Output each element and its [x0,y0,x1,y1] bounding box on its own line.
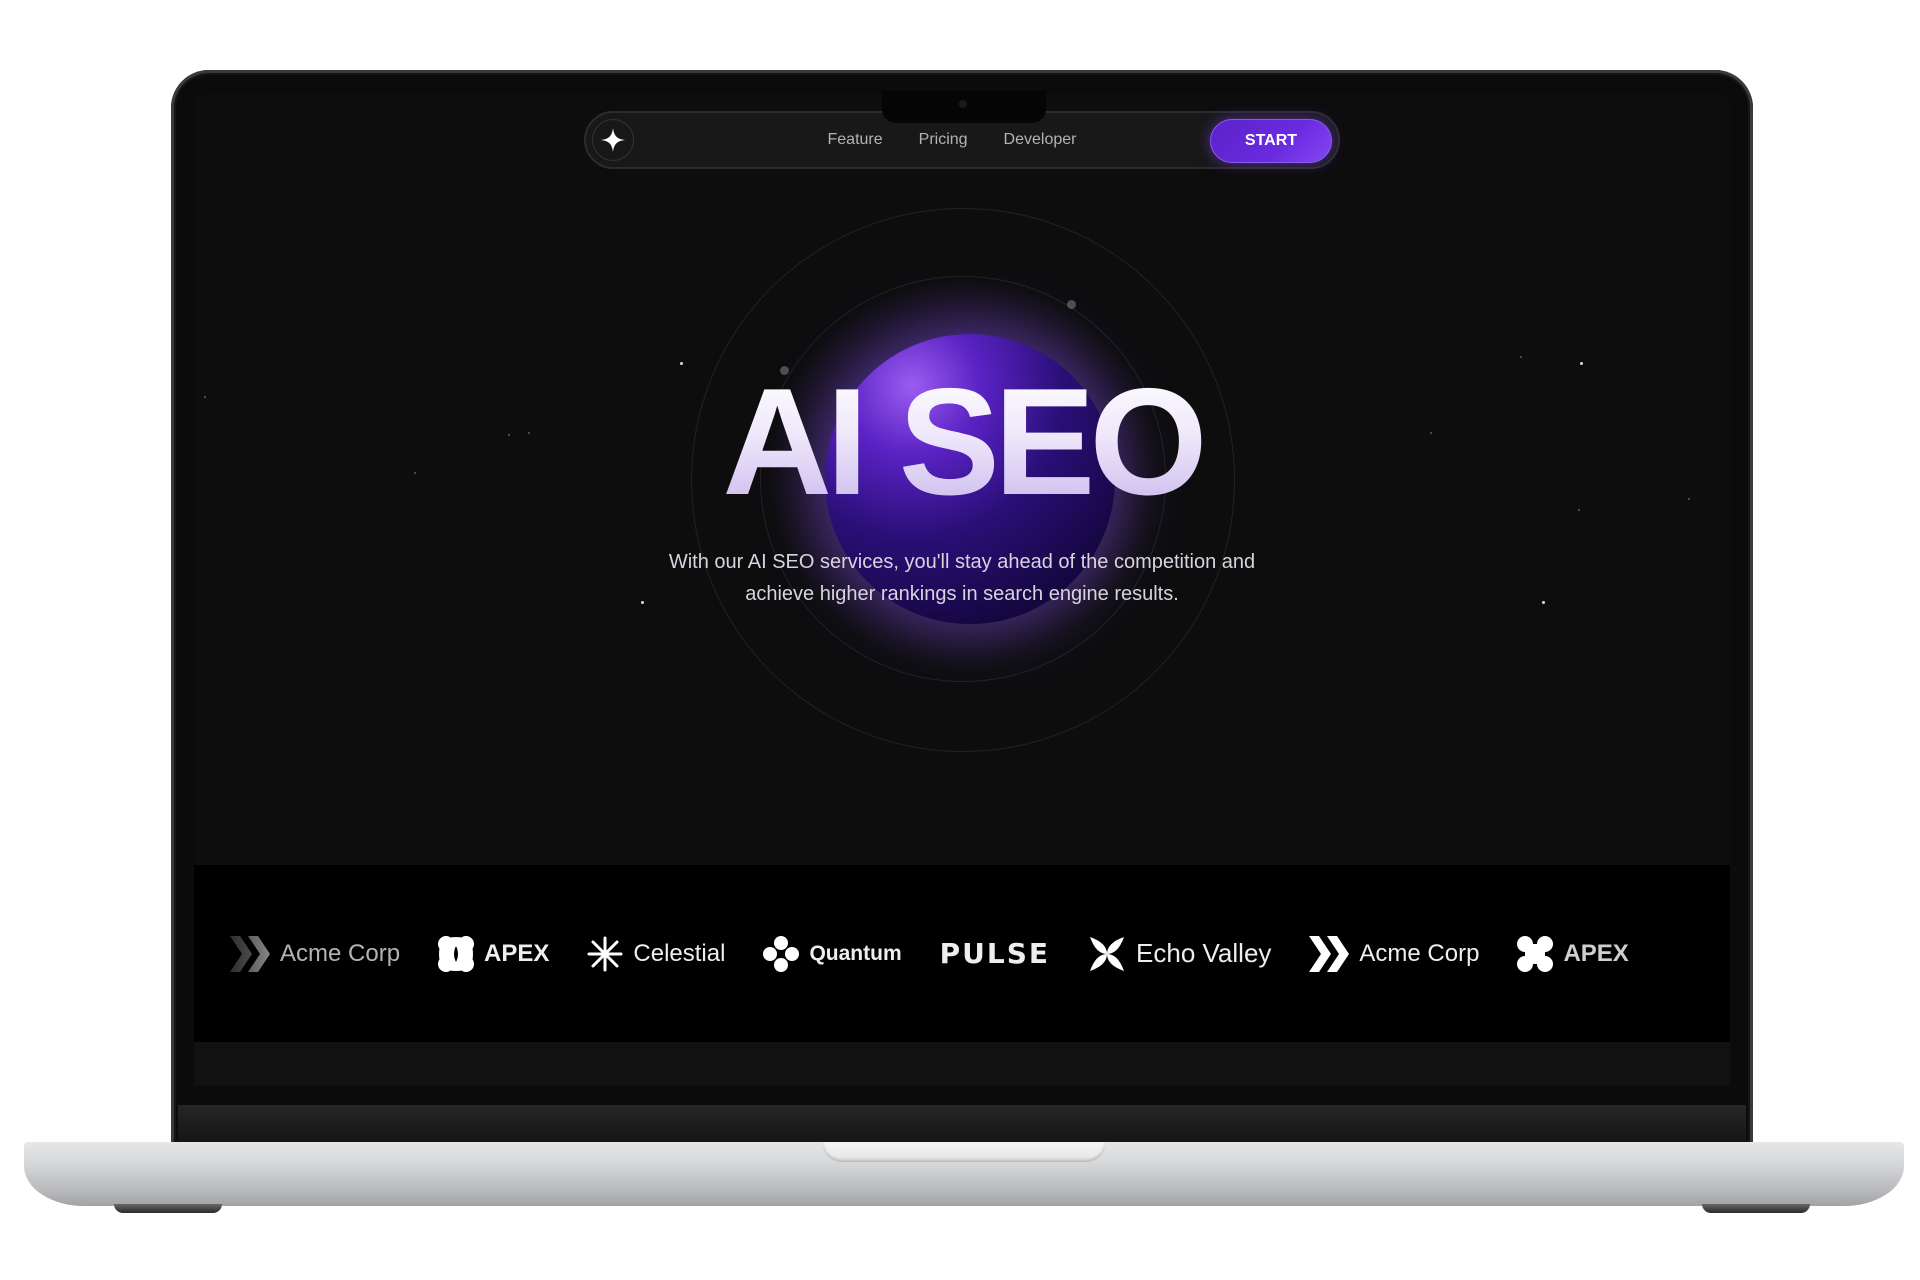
quatrefoil-icon [438,935,475,972]
star-decoration [1580,362,1583,365]
logo-label: Quantum [809,941,902,965]
logo-track: Acme Corp APEX Celestial Quantum PULSE E… [230,865,1629,1042]
logo-label: Echo Valley [1136,938,1272,968]
laptop-foot-right [1702,1204,1810,1213]
laptop-chin [178,1105,1746,1143]
fade-right [1650,865,1730,1042]
camera-icon [959,100,967,108]
x-petals-icon [1090,936,1125,971]
laptop-open-notch [822,1142,1106,1162]
star-decoration [1520,356,1522,358]
logo-acme-corp: Acme Corp [1309,935,1480,972]
logo-apex: APEX [1517,935,1629,972]
nav-link-feature[interactable]: Feature [828,131,883,149]
asterisk-burst-icon [587,936,623,971]
four-dot-clover-icon [763,935,800,972]
hero-section: Feature Pricing Developer START AI SEO W… [194,94,1730,864]
logo-label: Celestial [633,939,726,967]
double-chevron-icon [1309,935,1350,972]
laptop-foot-left [114,1204,222,1213]
logo-quantum: Quantum [763,935,902,972]
next-section-edge [194,1042,1730,1086]
quatrefoil-icon [1517,935,1554,972]
nav-link-pricing[interactable]: Pricing [919,131,968,149]
hero-subtitle-line-1: With our AI SEO services, you'll stay ah… [668,551,1256,573]
logo-label: APEX [1563,939,1629,967]
logo-label: PULSE [939,937,1051,970]
hero-subtitle: With our AI SEO services, you'll stay ah… [194,546,1730,610]
nav-link-developer[interactable]: Developer [1004,131,1077,149]
logo-celestial: Celestial [587,936,725,972]
logo-apex: APEX [438,935,550,972]
logo-label: Acme Corp [1359,939,1480,967]
logo-echo-valley: Echo Valley [1088,935,1271,973]
start-button[interactable]: START [1210,119,1332,163]
logo-label: APEX [484,939,550,967]
logo-label: Acme Corp [280,939,401,967]
star-decoration [680,362,683,365]
fade-left [194,865,274,1042]
partner-logos-strip: Acme Corp APEX Celestial Quantum PULSE E… [194,865,1730,1042]
camera-notch [882,91,1046,123]
hero-subtitle-line-2: achieve higher rankings in search engine… [745,583,1179,605]
logo-pulse: PULSE [940,937,1050,970]
hero-title: AI SEO [194,366,1730,518]
laptop-screen: Feature Pricing Developer START AI SEO W… [194,94,1730,1086]
